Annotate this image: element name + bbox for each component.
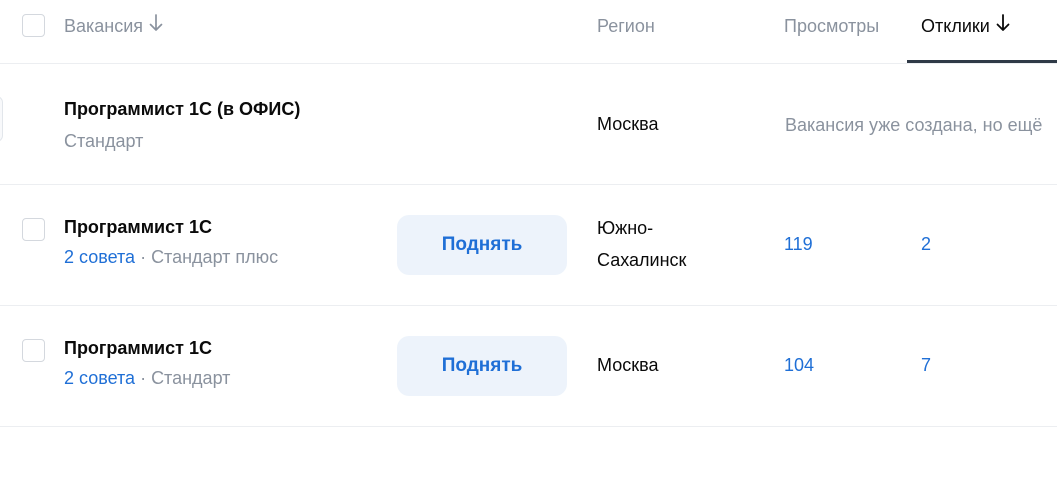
table-header: Вакансия Регион Просмотры Отклики [0, 0, 1057, 64]
arrow-down-icon [996, 14, 1010, 37]
column-header-responses[interactable]: Отклики [921, 14, 1010, 37]
column-header-views[interactable]: Просмотры [784, 15, 879, 37]
vacancy-subline: 2 совета · Стандарт [64, 367, 230, 389]
separator-dot: · [135, 247, 152, 267]
select-all-checkbox[interactable] [22, 14, 45, 37]
table-row: Программист 1С 2 совета · Стандарт плюс … [0, 185, 1057, 306]
vacancy-tariff: Стандарт [151, 368, 231, 388]
vacancy-region-line1: Южно- [597, 218, 654, 238]
row-checkbox[interactable] [22, 218, 45, 241]
vacancy-title[interactable]: Программист 1С (в ОФИС) [64, 98, 300, 120]
vacancy-tariff: Стандарт плюс [151, 247, 279, 267]
column-header-region: Регион [597, 16, 655, 36]
raise-button[interactable]: Поднять [397, 336, 567, 396]
column-header-vacancy-label: Вакансия [64, 16, 144, 36]
vacancy-title[interactable]: Программист 1С [64, 337, 212, 359]
arrow-down-icon [149, 14, 163, 37]
vacancy-status-text: Вакансия уже создана, но ещё [785, 115, 1043, 135]
vacancy-title[interactable]: Программист 1С [64, 216, 212, 238]
responses-count[interactable]: 7 [921, 354, 931, 376]
table-row: Программист 1С 2 совета · Стандарт Подня… [0, 306, 1057, 427]
vacancy-region-line2: Сахалинск [597, 250, 687, 270]
vacancy-tariff: Стандарт [64, 131, 144, 151]
column-header-responses-label: Отклики [921, 16, 990, 36]
vacancy-region: Южно- Сахалинск [597, 212, 686, 276]
tips-link[interactable]: 2 совета [64, 368, 135, 388]
views-count[interactable]: 119 [784, 233, 813, 255]
raise-button[interactable]: Поднять [397, 215, 567, 275]
vacancy-subline: 2 совета · Стандарт плюс [64, 246, 278, 268]
row-checkbox[interactable] [22, 339, 45, 362]
separator-dot: · [135, 368, 152, 388]
column-header-vacancy[interactable]: Вакансия [64, 14, 163, 37]
table-row: Программист 1С (в ОФИС) Стандарт Москва … [0, 64, 1057, 185]
responses-count[interactable]: 2 [921, 233, 931, 255]
vacancy-region: Москва [597, 355, 659, 375]
views-count[interactable]: 104 [784, 354, 814, 376]
row-side-tab [0, 96, 3, 142]
vacancies-table: Вакансия Регион Просмотры Отклики Програ… [0, 0, 1057, 490]
active-sort-underline [907, 60, 1057, 63]
vacancy-region: Москва [597, 114, 659, 134]
tips-link[interactable]: 2 совета [64, 247, 135, 267]
